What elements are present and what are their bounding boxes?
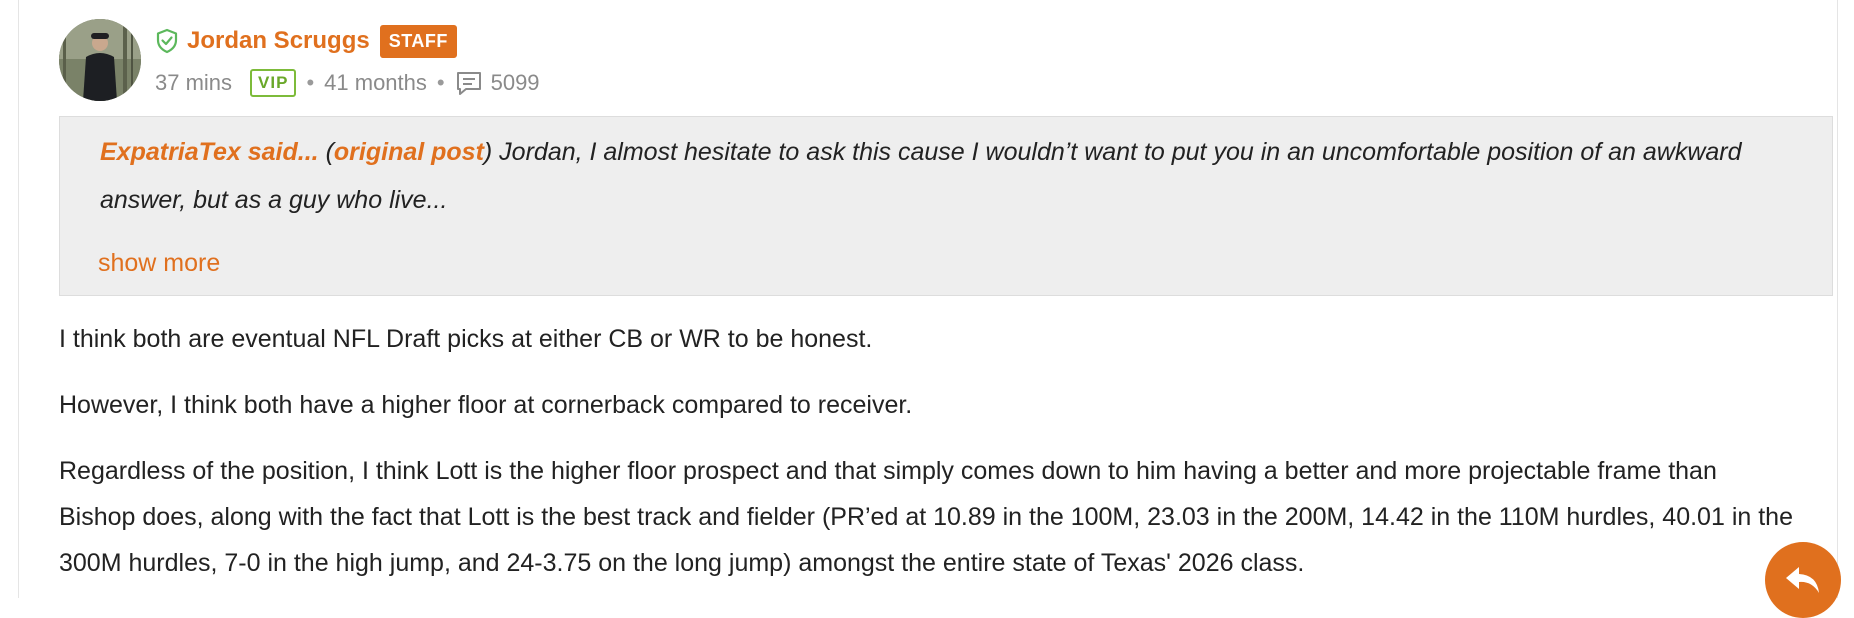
quote-block: ExpatriaTex said... (original post) Jord… (59, 116, 1833, 296)
quote-text: ExpatriaTex said... (original post) Jord… (100, 128, 1810, 224)
quote-author[interactable]: ExpatriaTex said... (100, 138, 319, 166)
author-name[interactable]: Jordan Scruggs (187, 27, 370, 55)
member-tenure: 41 months (324, 70, 427, 95)
avatar[interactable] (59, 19, 141, 101)
comment-icon (456, 72, 481, 95)
reply-arrow-icon (1786, 567, 1819, 593)
shield-check-icon (156, 28, 178, 54)
post-container: Jordan Scruggs STAFF 37 mins VIP • 41 mo… (18, 0, 1838, 598)
reply-button[interactable] (1765, 542, 1841, 618)
vip-badge: VIP (250, 69, 297, 97)
post-time[interactable]: 37 mins (155, 70, 232, 96)
quote-close-paren: ) (483, 138, 493, 166)
original-post-link[interactable]: original post (334, 138, 484, 166)
post-paragraph: I think both are eventual NFL Draft pick… (59, 325, 873, 353)
author-line: Jordan Scruggs STAFF (155, 22, 457, 60)
post-paragraph: Regardless of the position, I think Lott… (59, 457, 1793, 577)
show-more-link[interactable]: show more (98, 245, 220, 281)
quote-open-paren: ( (325, 138, 334, 166)
post-paragraph: However, I think both have a higher floo… (59, 391, 913, 419)
post-count[interactable]: 5099 (491, 70, 540, 96)
staff-badge: STAFF (379, 24, 457, 58)
meta-separator: • (306, 70, 315, 95)
user-avatar-photo (59, 19, 141, 101)
post-meta: 37 mins VIP • 41 months • 5099 (155, 66, 540, 100)
meta-separator: • (436, 70, 445, 95)
